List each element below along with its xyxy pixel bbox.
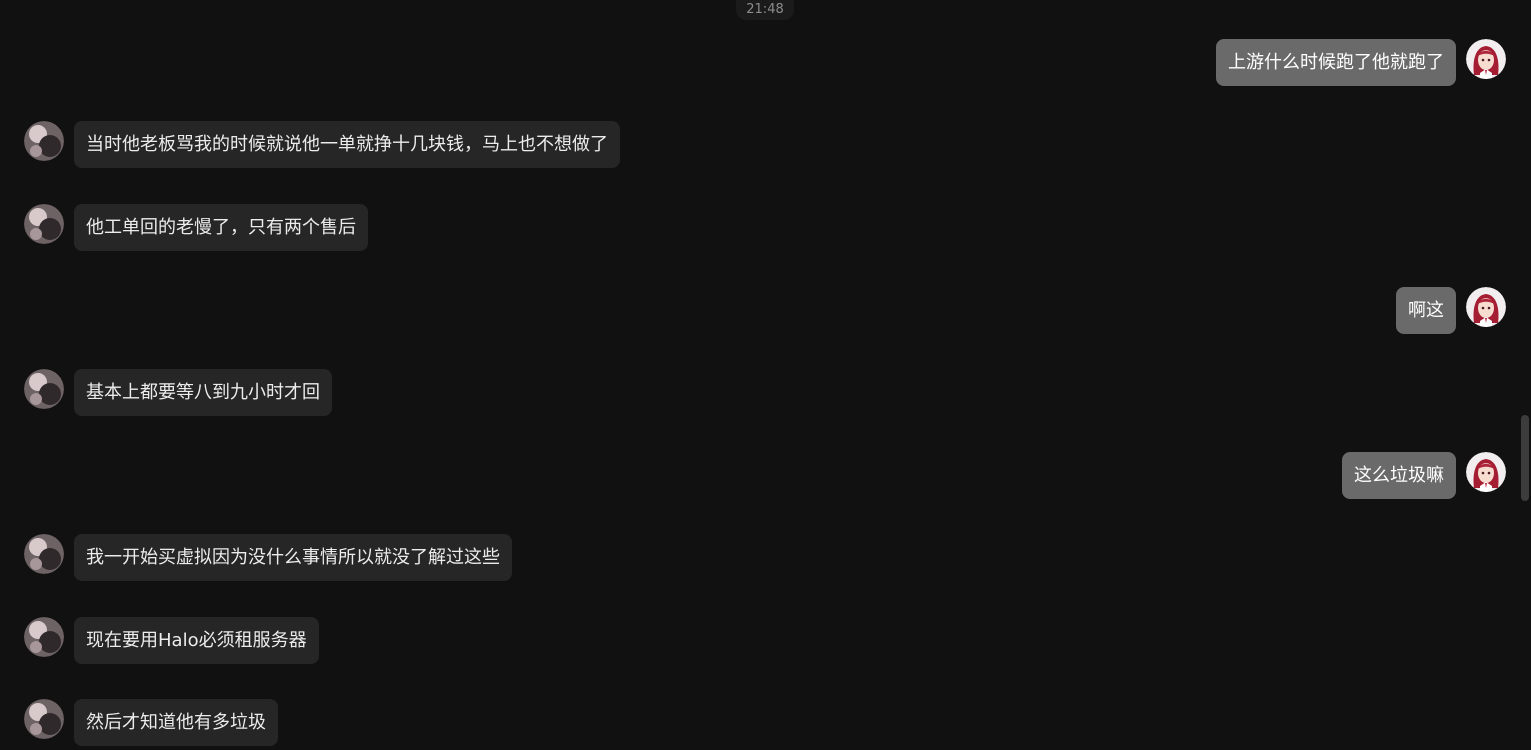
message-bubble-incoming[interactable]: 现在要用Halo必须租服务器 (74, 617, 319, 664)
contact-avatar-icon[interactable] (24, 369, 64, 409)
message-bubble-outgoing[interactable]: 这么垃圾嘛 (1342, 452, 1456, 499)
message-bubble-incoming[interactable]: 当时他老板骂我的时候就说他一单就挣十几块钱，马上也不想做了 (74, 121, 620, 168)
message-bubble-incoming[interactable]: 然后才知道他有多垃圾 (74, 699, 278, 746)
self-avatar-icon[interactable] (1466, 39, 1506, 79)
message-row-outgoing: 上游什么时候跑了他就跑了 (1216, 39, 1506, 87)
chat-window: 21:48 上游什么时候跑了他就跑了 当时他老板骂我的时候就说他一单就挣十几块钱… (0, 0, 1531, 750)
message-row-outgoing: 这么垃圾嘛 (1342, 452, 1506, 500)
message-bubble-incoming[interactable]: 基本上都要等八到九小时才回 (74, 369, 332, 416)
message-row-incoming: 我一开始买虚拟因为没什么事情所以就没了解过这些 (24, 534, 512, 582)
self-avatar-icon[interactable] (1466, 452, 1506, 492)
contact-avatar-icon[interactable] (24, 699, 64, 739)
self-avatar-icon[interactable] (1466, 287, 1506, 327)
timestamp-divider: 21:48 (736, 0, 794, 20)
message-row-incoming: 基本上都要等八到九小时才回 (24, 369, 332, 417)
message-row-incoming: 当时他老板骂我的时候就说他一单就挣十几块钱，马上也不想做了 (24, 121, 620, 169)
message-bubble-incoming[interactable]: 他工单回的老慢了，只有两个售后 (74, 204, 368, 251)
scrollbar-thumb[interactable] (1521, 415, 1529, 501)
message-row-incoming: 现在要用Halo必须租服务器 (24, 617, 319, 665)
message-row-outgoing: 啊这 (1396, 287, 1506, 335)
contact-avatar-icon[interactable] (24, 534, 64, 574)
contact-avatar-icon[interactable] (24, 617, 64, 657)
contact-avatar-icon[interactable] (24, 204, 64, 244)
message-bubble-incoming[interactable]: 我一开始买虚拟因为没什么事情所以就没了解过这些 (74, 534, 512, 581)
message-bubble-outgoing[interactable]: 啊这 (1396, 287, 1456, 334)
message-row-incoming: 然后才知道他有多垃圾 (24, 699, 278, 747)
message-bubble-outgoing[interactable]: 上游什么时候跑了他就跑了 (1216, 39, 1456, 86)
contact-avatar-icon[interactable] (24, 121, 64, 161)
message-row-incoming: 他工单回的老慢了，只有两个售后 (24, 204, 368, 252)
